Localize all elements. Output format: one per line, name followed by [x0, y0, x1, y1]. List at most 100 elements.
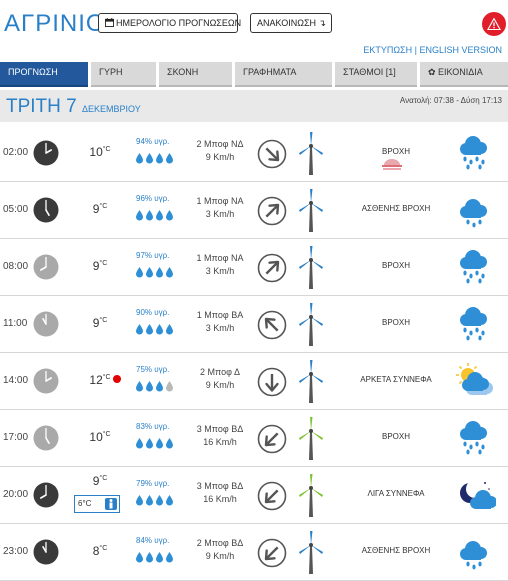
feels-like-value: 6°C — [78, 499, 92, 508]
wind-speed: 16 Km/h — [203, 437, 237, 447]
warning-icon[interactable] — [482, 12, 506, 36]
day-month: ΔΕΚΕΜΒΡΙΟΥ — [82, 104, 141, 114]
announcement-button[interactable]: ΑΝΑΚΟΙΝΩΣΗ ↴ — [250, 13, 332, 33]
tab-dust[interactable]: ΣΚΟΝΗ — [159, 62, 232, 87]
humidity-drops-icon — [136, 379, 176, 397]
tab-pollen[interactable]: ΓΥΡΗ — [91, 62, 156, 87]
announcement-button-label: ΑΝΑΚΟΙΝΩΣΗ — [257, 18, 317, 28]
wind-beaufort: 3 Μποφ ΒΔ — [196, 424, 244, 434]
temperature-unit: °C — [99, 545, 108, 552]
clock-icon — [33, 197, 59, 228]
weather-description: ΑΡΚΕΤΑ ΣΥΝΝΕΦΑ — [360, 375, 432, 384]
wind-beaufort: 1 Μποφ ΒΑ — [196, 310, 244, 320]
temperature: 9°C — [84, 474, 116, 488]
forecast-time: 23:00 — [3, 546, 29, 557]
wind-direction-arrow-icon — [257, 196, 287, 231]
temperature-unit: °C — [99, 317, 108, 324]
wind-speed: 3 Km/h — [205, 266, 235, 276]
forecast-calendar-button[interactable]: ΗΜΕΡΟΛΟΓΙΟ ΠΡΟΓΝΩΣΕΩΝ — [98, 13, 242, 33]
humidity: 84% υγρ. — [136, 536, 170, 545]
clock-icon — [33, 368, 59, 399]
wind-beaufort: 1 Μποφ ΝΑ — [196, 196, 244, 206]
wind-beaufort: 2 Μποφ ΝΔ — [196, 139, 244, 149]
tab-icons[interactable]: ✿ ΕΙΚΟΝΙΔΙΑ — [420, 62, 508, 87]
weather-description: ΒΡΟΧΗ — [381, 261, 410, 270]
wind-beaufort: 1 Μποφ ΝΑ — [196, 253, 244, 263]
wind-info: 1 Μποφ ΒΑ 3 Km/h — [186, 309, 254, 335]
tab-forecast[interactable]: ΠΡΟΓΝΩΣΗ — [0, 62, 88, 87]
humidity-drops-icon — [136, 550, 176, 568]
forecast-row: 14:00 12°C 75% υγρ. 2 Μποφ Δ 9 Km/h ΑΡΚΕΤ… — [0, 353, 508, 410]
temperature-value: 12 — [89, 373, 103, 387]
wind-speed: 3 Km/h — [205, 209, 235, 219]
forecast-row: 20:00 9°C 6°C 79% υγρ. 3 Μποφ ΒΔ 16 Km/h … — [0, 467, 508, 524]
header-links: ΕΚΤΥΠΩΣΗ | ENGLISH VERSION — [363, 45, 502, 55]
humidity: 90% υγρ. — [136, 308, 170, 317]
forecast-time: 20:00 — [3, 489, 29, 500]
weather-description: ΑΣΘΕΝΗΣ ΒΡΟΧΗ — [361, 546, 431, 555]
clock-icon — [33, 254, 59, 285]
forecast-time: 02:00 — [3, 147, 29, 158]
weather-description: ΒΡΟΧΗ — [381, 318, 410, 327]
temperature-unit: °C — [102, 146, 111, 153]
calendar-button-label: ΗΜΕΡΟΛΟΓΙΟ ΠΡΟΓΝΩΣΕΩΝ — [116, 18, 242, 28]
wind-beaufort: 2 Μποφ ΒΔ — [196, 538, 244, 548]
forecast-row: 08:00 9°C 97% υγρ. 1 Μποφ ΝΑ 3 Km/h ΒΡΟΧΗ — [0, 239, 508, 296]
wind-turbine-icon — [296, 359, 326, 410]
wind-turbine-icon — [296, 473, 326, 524]
wind-info: 3 Μποφ ΒΔ 16 Km/h — [186, 423, 254, 449]
moon-cloud-icon — [456, 475, 497, 520]
wind-turbine-icon — [296, 302, 326, 353]
temperature: 9°C — [84, 202, 116, 216]
forecast-time: 17:00 — [3, 432, 29, 443]
temperature-value: 10 — [89, 145, 103, 159]
wind-info: 2 Μποφ ΝΔ 9 Km/h — [186, 138, 254, 164]
forecast-time: 11:00 — [3, 318, 28, 329]
humidity-drops-icon — [136, 265, 176, 283]
sun-clouds-icon — [456, 361, 496, 406]
rain-cloud-icon — [456, 304, 496, 349]
rain-cloud-icon — [456, 418, 496, 463]
forecast-row: 17:00 10°C 83% υγρ. 3 Μποφ ΒΔ 16 Km/h ΒΡΟ… — [0, 410, 508, 467]
wind-info: 2 Μποφ ΒΔ 9 Km/h — [186, 537, 254, 563]
wind-direction-arrow-icon — [257, 538, 287, 573]
fog-icon — [381, 158, 403, 176]
tab-bar: ΠΡΟΓΝΩΣΗ ΓΥΡΗ ΣΚΟΝΗ ΓΡΑΦΗΜΑΤΑ ΣΤΑΘΜΟΙ [1… — [0, 62, 508, 87]
weather-description: ΑΣΘΕΝΗΣ ΒΡΟΧΗ — [361, 204, 431, 213]
wind-speed: 9 Km/h — [205, 551, 235, 561]
temperature: 8°C — [84, 544, 116, 558]
humidity: 97% υγρ. — [136, 251, 170, 260]
temperature: 9°C — [84, 316, 116, 330]
clock-icon — [33, 539, 59, 570]
temperature-unit: °C — [102, 374, 111, 381]
weather-description: ΒΡΟΧΗ — [381, 432, 410, 441]
humidity-drops-icon — [136, 151, 176, 169]
forecast-row: 23:00 8°C 84% υγρ. 2 Μποφ ΒΔ 9 Km/h ΑΣΘΕΝ… — [0, 524, 508, 581]
print-link[interactable]: ΕΚΤΥΠΩΣΗ — [363, 45, 412, 55]
forecast-row: 11:00 9°C 90% υγρ. 1 Μποφ ΒΑ 3 Km/h ΒΡΟΧΗ — [0, 296, 508, 353]
weather-description: ΛΙΓΑ ΣΥΝΝΕΦΑ — [367, 489, 425, 498]
forecast-row: 05:00 9°C 96% υγρ. 1 Μποφ ΝΑ 3 Km/h ΑΣΘΕΝ… — [0, 182, 508, 239]
wind-direction-arrow-icon — [257, 139, 287, 174]
humidity: 94% υγρ. — [136, 137, 170, 146]
person-icon — [105, 498, 117, 510]
day-title: ΤΡΙΤΗ 7 — [6, 96, 77, 117]
wind-speed: 9 Km/h — [205, 380, 235, 390]
wind-beaufort: 2 Μποφ Δ — [200, 367, 240, 377]
temperature-unit: °C — [99, 260, 108, 267]
tab-charts[interactable]: ΓΡΑΦΗΜΑΤΑ — [235, 62, 332, 87]
arrow-down-icon: ↴ — [318, 18, 327, 28]
temperature-value: 10 — [89, 430, 103, 444]
wind-turbine-icon — [296, 245, 326, 296]
wind-turbine-icon — [296, 530, 326, 581]
forecast-row: 02:00 10°C 94% υγρ. 2 Μποφ ΝΔ 9 Km/h ΒΡΟΧ… — [0, 125, 508, 182]
feels-like-box: 6°C — [74, 495, 120, 513]
clock-icon — [33, 482, 59, 513]
temperature: 10°C — [84, 145, 116, 159]
wind-direction-arrow-icon — [257, 424, 287, 459]
english-version-link[interactable]: ENGLISH VERSION — [419, 45, 502, 55]
wind-info: 3 Μποφ ΒΔ 16 Km/h — [186, 480, 254, 506]
wind-info: 1 Μποφ ΝΑ 3 Km/h — [186, 195, 254, 221]
tab-stations[interactable]: ΣΤΑΘΜΟΙ [1] — [335, 62, 417, 87]
light-rain-cloud-icon — [456, 190, 496, 235]
